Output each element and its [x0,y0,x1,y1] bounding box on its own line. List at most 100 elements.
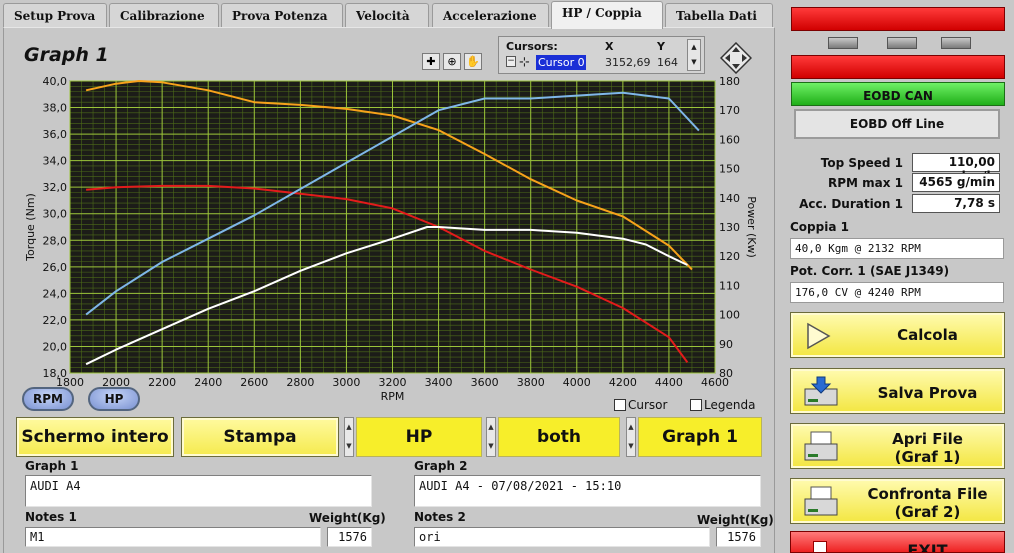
tab-setup-prova[interactable]: Setup Prova [3,3,107,27]
y-right-tick-label: 120 [719,250,740,263]
cursor-name[interactable]: Cursor 0 [536,55,586,70]
tab-tabella-dati[interactable]: Tabella Dati [665,3,773,27]
pan-hand-icon[interactable]: ✋ [464,53,482,70]
collapse-icon[interactable]: − [506,56,516,67]
hp-torque-chart[interactable]: 1800 2000 2200 2400 2600 2800 3000 3200 3400 3600… [18,70,768,415]
top-speed-value: 110,00 km/h [912,153,1000,183]
tab-calibrazione[interactable]: Calibrazione [109,3,219,27]
calcola-button[interactable]: Calcola [790,312,1005,358]
coppia-field: 40,0 Kgm @ 2132 RPM [790,238,1004,259]
confronta-file-line2: (Graf 2) [894,503,961,521]
x-tick-label: 2600 [240,376,268,389]
tab-hp-coppia[interactable]: HP / Coppia [551,1,663,29]
graph1-field[interactable]: AUDI A4 [25,475,372,507]
y-right-tick-label: 180 [719,75,740,88]
salva-prova-button[interactable]: Salva Prova [790,368,1005,414]
graph-selector[interactable]: Graph 1 [638,417,762,457]
unit-selector[interactable]: HP [356,417,482,457]
y-left-tick-label: 20,0 [43,340,68,353]
graph2-field[interactable]: AUDI A4 - 07/08/2021 - 15:10 [414,475,761,507]
play-icon [807,322,831,350]
graph1-label: Graph 1 [25,459,79,473]
graph-spinner-icon[interactable]: ▲ ▼ [626,417,636,457]
tab-accelerazione[interactable]: Accelerazione [432,3,549,27]
x-tick-label: 3600 [471,376,499,389]
confronta-file-line1: Confronta File [867,485,988,503]
y-right-tick-label: 100 [719,309,740,322]
y-left-tick-label: 28,0 [43,234,68,247]
exit-button[interactable]: EXIT [790,531,1005,553]
cursor-y-value: 164 [657,56,678,69]
cursor-checkbox-box[interactable] [614,399,626,411]
eobd-offline-button[interactable]: EOBD Off Line [794,109,1000,139]
y-left-tick-label: 24,0 [43,287,68,300]
y-right-tick-label: 150 [719,163,740,176]
y-left-tick-label: 30,0 [43,208,68,221]
y-left-tick-label: 36,0 [43,128,68,141]
y-left-tick-label: 26,0 [43,261,68,274]
tab-velocita[interactable]: Velocità [345,3,429,27]
hp-button[interactable]: HP [88,387,140,411]
rpm-max-label: RPM max 1 [827,176,903,190]
x-tick-label: 4200 [609,376,637,389]
weight2-field[interactable]: 1576 [716,527,761,547]
mode-spinner-icon[interactable]: ▲ ▼ [486,417,496,457]
coppia-label: Coppia 1 [790,220,849,234]
status-led-small-1 [828,37,858,49]
legenda-checkbox[interactable]: Legenda [690,398,755,412]
cursor-checkbox[interactable]: Cursor [614,398,667,412]
confronta-file-button[interactable]: Confronta File (Graf 2) [790,478,1005,524]
notes2-field[interactable]: ori [414,527,710,547]
x-tick-label: 3800 [517,376,545,389]
apri-file-line1: Apri File [892,430,963,448]
crosshair-zoom-icon[interactable]: ✚ [422,53,440,70]
y-left-tick-label: 38,0 [43,102,68,115]
stampa-button[interactable]: Stampa [181,417,339,457]
weight1-field[interactable]: 1576 [327,527,372,547]
legenda-checkbox-label: Legenda [704,398,756,412]
legenda-checkbox-box[interactable] [690,399,702,411]
y-left-axis-label: Torque (Nm) [24,193,37,262]
apri-file-line2: (Graf 1) [894,448,961,466]
status-led-small-2 [887,37,917,49]
mode-selector[interactable]: both [498,417,620,457]
exit-icon [813,541,827,552]
salva-prova-label: Salva Prova [877,384,978,402]
cursor-legend: Cursors: X Y − ⊹ Cursor 0 3152,69 164 ▲ ▼ [498,36,705,74]
x-tick-label: 4000 [563,376,591,389]
x-tick-label: 2200 [148,376,176,389]
notes1-label: Notes 1 [25,510,77,524]
x-tick-label: 2400 [194,376,222,389]
y-left-tick-label: 22,0 [43,314,68,327]
cursor-y-header: Y [657,40,665,53]
notes1-field[interactable]: M1 [25,527,321,547]
cursor-crosshair-icon: ⊹ [519,55,530,70]
x-tick-label: 3000 [332,376,360,389]
schermo-intero-button[interactable]: Schermo intero [16,417,174,457]
cursor-x-header: X [605,40,614,53]
apri-file-button[interactable]: Apri File (Graf 1) [790,423,1005,469]
chart-svg[interactable]: 1800 2000 2200 2400 2600 2800 3000 3200 3400 3600… [18,70,768,415]
rpm-button[interactable]: RPM [22,387,74,411]
x-tick-label: 3400 [425,376,453,389]
x-tick-label: 3200 [379,376,407,389]
y-right-axis-label: Power (Kw) [745,196,758,258]
eobd-can-indicator: EOBD CAN [791,82,1005,106]
y-right-tick-label: 170 [719,104,740,117]
pot-corr-field: 176,0 CV @ 4240 RPM [790,282,1004,303]
x-tick-label: 4400 [655,376,683,389]
tab-prova-potenza[interactable]: Prova Potenza [221,3,343,27]
compare-drive-icon [804,486,838,516]
status-led-small-3 [941,37,971,49]
magnifier-icon[interactable]: ⊕ [443,53,461,70]
y-left-tick-label: 34,0 [43,155,68,168]
save-drive-icon [804,376,838,406]
unit-spinner-icon[interactable]: ▲ ▼ [344,417,354,457]
open-drive-icon [804,431,838,461]
y-right-tick-label: 80 [719,367,733,380]
cursor-scroll-icon[interactable]: ▲ ▼ [687,39,701,71]
cursor-checkbox-label: Cursor [628,398,668,412]
y-right-tick-label: 110 [719,279,740,292]
y-right-tick-label: 130 [719,221,740,234]
top-speed-label: Top Speed 1 [820,156,903,170]
